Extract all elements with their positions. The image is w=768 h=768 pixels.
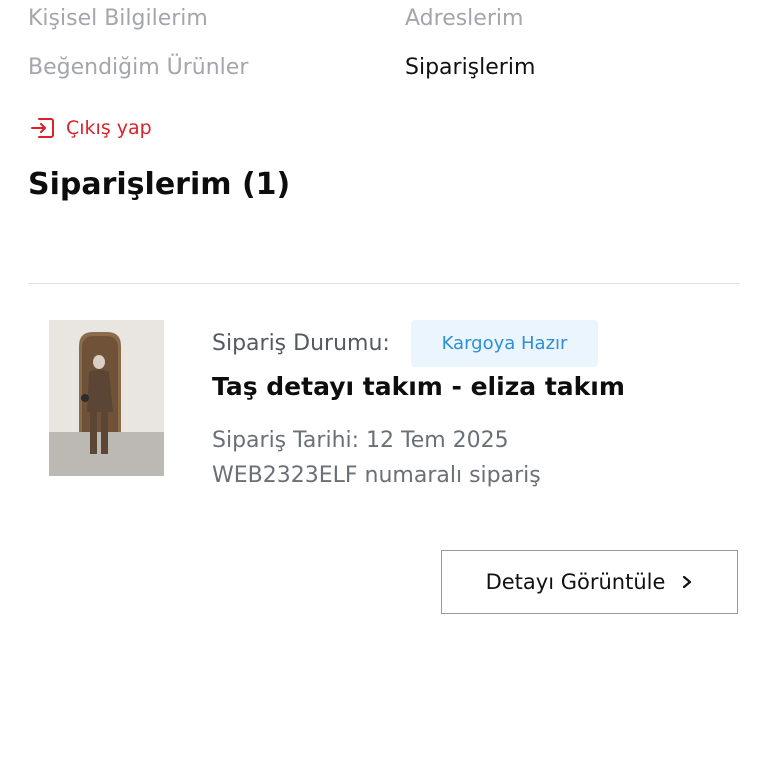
view-details-label: Detayı Görüntüle xyxy=(485,570,666,594)
view-details-button[interactable]: Detayı Görüntüle xyxy=(441,550,738,614)
page-title: Siparişlerim (1) xyxy=(28,167,291,202)
nav-liked-products[interactable]: Beğendiğim Ürünler xyxy=(28,57,248,79)
product-photo[interactable] xyxy=(49,320,164,476)
divider xyxy=(28,283,740,284)
order-number: WEB2323ELF numaralı sipariş xyxy=(212,463,541,488)
order-date: Sipariş Tarihi: 12 Tem 2025 xyxy=(212,428,509,453)
logout-icon xyxy=(30,116,56,140)
product-name[interactable]: Taş detayı takım - eliza takım xyxy=(212,374,625,399)
logout-button[interactable]: Çıkış yap xyxy=(30,116,152,140)
nav-personal-info[interactable]: Kişisel Bilgilerim xyxy=(28,8,208,30)
logout-label: Çıkış yap xyxy=(66,116,152,139)
chevron-right-icon xyxy=(681,574,693,590)
nav-orders[interactable]: Siparişlerim xyxy=(405,57,535,79)
order-status-badge: Kargoya Hazır xyxy=(411,320,598,367)
nav-addresses[interactable]: Adreslerim xyxy=(405,8,523,30)
order-status-label: Sipariş Durumu: xyxy=(212,331,390,356)
